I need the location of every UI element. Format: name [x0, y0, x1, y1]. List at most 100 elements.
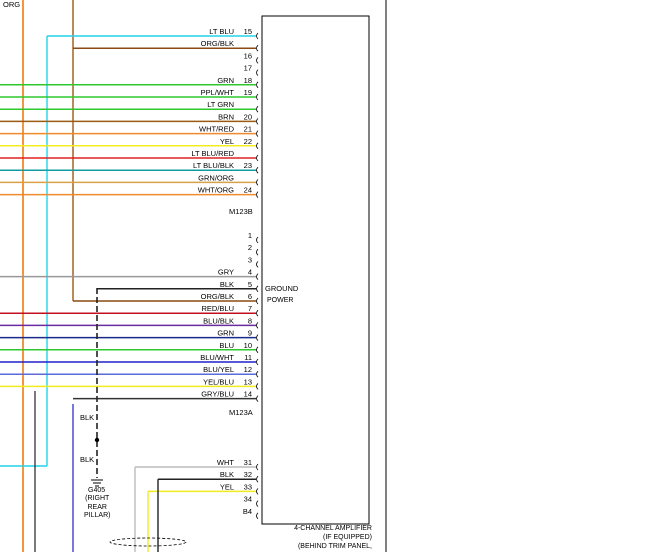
wire-label: WHT/ORG — [198, 186, 234, 195]
wire-label: BLU — [219, 341, 234, 350]
pin-mark — [256, 488, 259, 495]
pin-mark — [256, 93, 259, 101]
pin-number: 5 — [248, 280, 252, 289]
ground-id: G405 — [88, 487, 106, 494]
pin-mark — [256, 512, 259, 520]
pin-mark — [256, 463, 259, 471]
pin-number: 10 — [244, 341, 252, 350]
pin-mark — [256, 334, 259, 341]
pin-number: 4 — [248, 268, 252, 277]
wire-label: BLK — [220, 470, 234, 479]
pin-number: 23 — [244, 161, 252, 170]
wire-label: GRY/BLU — [201, 390, 234, 399]
pin-number: 18 — [244, 76, 252, 85]
pin-number: 12 — [244, 365, 252, 374]
pin-mark — [256, 358, 259, 366]
ground-wire-label-top: BLK — [80, 413, 95, 422]
pin-mark — [256, 309, 259, 317]
pin-mark — [256, 166, 259, 174]
pin-number: 21 — [244, 125, 252, 134]
pin-mark — [256, 130, 259, 137]
ground-desc-line: REAR — [87, 503, 107, 511]
pin-number: 3 — [248, 255, 252, 264]
pin-mark — [256, 346, 259, 354]
pin-mark — [256, 273, 259, 280]
top-left-label: ORG — [3, 0, 21, 9]
pin-mark — [256, 383, 259, 390]
pin-number: 24 — [244, 186, 252, 195]
pin-mark — [256, 370, 259, 378]
wire-label: YEL — [220, 137, 234, 146]
pin-mark — [256, 297, 259, 305]
pin-mark — [256, 57, 259, 64]
ground-wire-label-bottom: BLK — [80, 455, 95, 464]
pin-mark — [256, 248, 259, 256]
pin-mark — [256, 44, 259, 52]
wire-label: GRN/ORG — [198, 173, 234, 182]
pin-number: 14 — [244, 390, 252, 399]
ground-label: GROUND — [265, 284, 299, 293]
wire-label: ORG/BLK — [201, 292, 234, 301]
pin-mark — [256, 81, 259, 89]
connector-top-name: M123B — [229, 207, 253, 216]
pin-number: 16 — [244, 51, 252, 60]
wire-label: BLU/BLK — [203, 316, 234, 325]
wire-label: LT BLU/RED — [191, 149, 234, 158]
pin-mark — [256, 142, 259, 150]
wire-label: BRN — [218, 112, 234, 121]
pin-mark — [256, 395, 259, 402]
pin-number: 11 — [244, 353, 252, 362]
amplifier-caption: 4-CHANNEL AMPLIFIER (IF EQUIPPED) (BEHIN… — [280, 524, 372, 551]
power-label: POWER — [267, 297, 294, 304]
wire-label: WHT — [217, 458, 234, 467]
pin-number: 8 — [248, 316, 252, 325]
amplifier-caption-line: (IF EQUIPPED) — [322, 534, 372, 541]
wire-label: WHT/RED — [199, 125, 235, 134]
wire-label: BLU/WHT — [200, 353, 234, 362]
pin-mark — [256, 154, 259, 162]
pin-mark — [256, 475, 259, 483]
pin-number: 9 — [248, 329, 252, 338]
pin-number: 13 — [244, 377, 252, 386]
pin-number: 7 — [248, 304, 252, 313]
pin-number: 6 — [248, 292, 252, 301]
pin-mark — [256, 118, 259, 125]
pin-mark — [256, 285, 259, 293]
wire-label: LT BLU/BLK — [193, 161, 234, 170]
pin-number: 34 — [244, 495, 252, 504]
amplifier-caption-line: 4-CHANNEL AMPLIFIER — [294, 525, 372, 532]
pin-mark — [256, 322, 259, 329]
ground-desc-line: (RIGHT — [85, 495, 110, 502]
pin-mark — [256, 105, 259, 113]
wire-label: GRY — [218, 268, 234, 277]
diagram-canvas: 15LT BLUORG/BLK161718GRN19PPL/WHTLT GRN2… — [0, 0, 387, 552]
pin-number: 20 — [244, 112, 252, 121]
pin-number: 22 — [244, 137, 252, 146]
pin-mark — [256, 69, 259, 76]
pin-mark — [256, 236, 259, 244]
pin-number: 31 — [244, 458, 252, 467]
wire-label: GRN — [217, 329, 234, 338]
wire-label: ORG/BLK — [201, 39, 234, 48]
pin-mark — [256, 191, 259, 198]
connector-mid-name: M123A — [229, 408, 253, 417]
splice-dot — [94, 437, 100, 443]
wire-label: PPL/WHT — [201, 88, 235, 97]
ground-desc: (RIGHT REAR PILLAR) — [84, 495, 110, 521]
pin-mark — [256, 261, 259, 268]
ground-desc-line: PILLAR) — [84, 512, 111, 519]
pin-number: 33 — [244, 482, 252, 491]
wire-label: RED/BLU — [201, 304, 234, 313]
wire-label: LT GRN — [207, 100, 234, 109]
amplifier-caption-line: (BEHIND TRIM PANEL, — [297, 543, 372, 550]
pin-number: 1 — [248, 231, 252, 240]
pin-number: B4 — [243, 507, 252, 516]
pin-number: 19 — [244, 88, 252, 97]
wire-label: YEL/BLU — [203, 377, 234, 386]
amplifier-box — [261, 15, 370, 525]
wire-label: YEL — [220, 482, 234, 491]
wire-label: BLK — [220, 280, 234, 289]
pin-mark — [256, 32, 259, 40]
wiring-diagram: 15 LT BLU ORG/BLK 16 17 18 GRN 19 PPL/WHT LT GRN 2… — [0, 0, 648, 552]
pin-mark — [256, 500, 259, 507]
